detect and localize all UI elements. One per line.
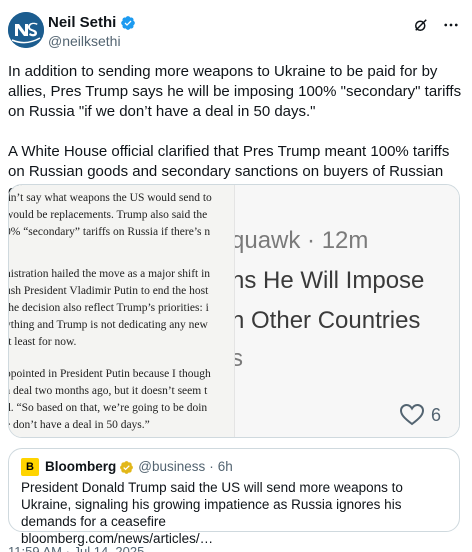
author-display-name[interactable]: Neil Sethi: [48, 14, 116, 32]
headline-text-line: s: [235, 345, 243, 373]
author-name-row: Neil Sethi: [48, 14, 136, 32]
article-text-line: would be replacements. Trump also said t…: [9, 209, 208, 221]
ns-logo-icon: [8, 12, 44, 48]
author-handle[interactable]: @neilksethi: [48, 32, 121, 50]
quoted-tweet-card[interactable]: B Bloomberg @business · 6h President Don…: [8, 448, 460, 546]
quoted-tweet-time: 6h: [217, 459, 233, 474]
article-text-line: histration hailed the move as a major sh…: [9, 268, 211, 280]
tweet-paragraph: In addition to sending more weapons to U…: [8, 63, 462, 120]
media-like-overlay: 6: [399, 403, 441, 427]
headline-text-line: n Other Countries: [235, 307, 421, 334]
quoted-tweet-header: B Bloomberg @business · 6h: [21, 458, 233, 476]
article-text-line: a deal two months ago, but it doesn’t se…: [9, 385, 208, 397]
tweet-header: Neil Sethi @neilksethi: [8, 10, 464, 50]
tweet-timestamp[interactable]: 11:59 AM · Jul 14, 2025: [8, 544, 144, 552]
quoted-tweet-body: President Donald Trump said the US will …: [21, 479, 453, 547]
article-text-line: dn’t say what weapons the US would send …: [9, 192, 212, 204]
grok-icon[interactable]: [412, 16, 430, 34]
heart-icon: [399, 403, 424, 426]
more-options-icon[interactable]: [442, 16, 460, 34]
tweet-body: In addition to sending more weapons to U…: [8, 62, 464, 202]
bloomberg-logo-icon: B: [21, 458, 39, 476]
article-text-line: ush President Vladimir Putin to end the …: [9, 285, 209, 297]
article-text-line: d. “So based on that, we’re going to be …: [9, 402, 208, 414]
article-text-line: it least for now.: [9, 336, 77, 348]
verified-badge-icon: [121, 16, 136, 30]
gold-verified-badge-icon: [120, 460, 134, 474]
tweet-media[interactable]: dn’t say what weapons the US would send …: [8, 184, 460, 438]
quoted-tweet-text: President Donald Trump said the US will …: [21, 480, 403, 529]
like-count: 6: [430, 404, 441, 425]
author-avatar[interactable]: [8, 12, 44, 48]
headline-source-line: quawk · 12m: [235, 227, 369, 254]
article-text-line: ppointed in President Putin because I th…: [9, 368, 211, 380]
article-text-line: e don’t have a deal in 50 days.”: [9, 419, 150, 431]
article-text-line: ything and Trump is not dedicating any n…: [9, 319, 208, 331]
quoted-author-name: Bloomberg: [45, 459, 117, 474]
headline-screenshot-image[interactable]: quawk · 12m ns He Will Impose n Other Co…: [235, 185, 459, 437]
article-screenshot-image[interactable]: dn’t say what weapons the US would send …: [9, 185, 235, 437]
article-text-line: 0% “secondary” tariffs on Russia if ther…: [9, 226, 211, 238]
headline-text-line: ns He Will Impose: [235, 267, 425, 294]
article-text-line: the decision also reflect Trump’s priori…: [9, 302, 209, 314]
quoted-author-handle: @business: [138, 459, 206, 474]
separator-dot: ·: [209, 459, 214, 474]
